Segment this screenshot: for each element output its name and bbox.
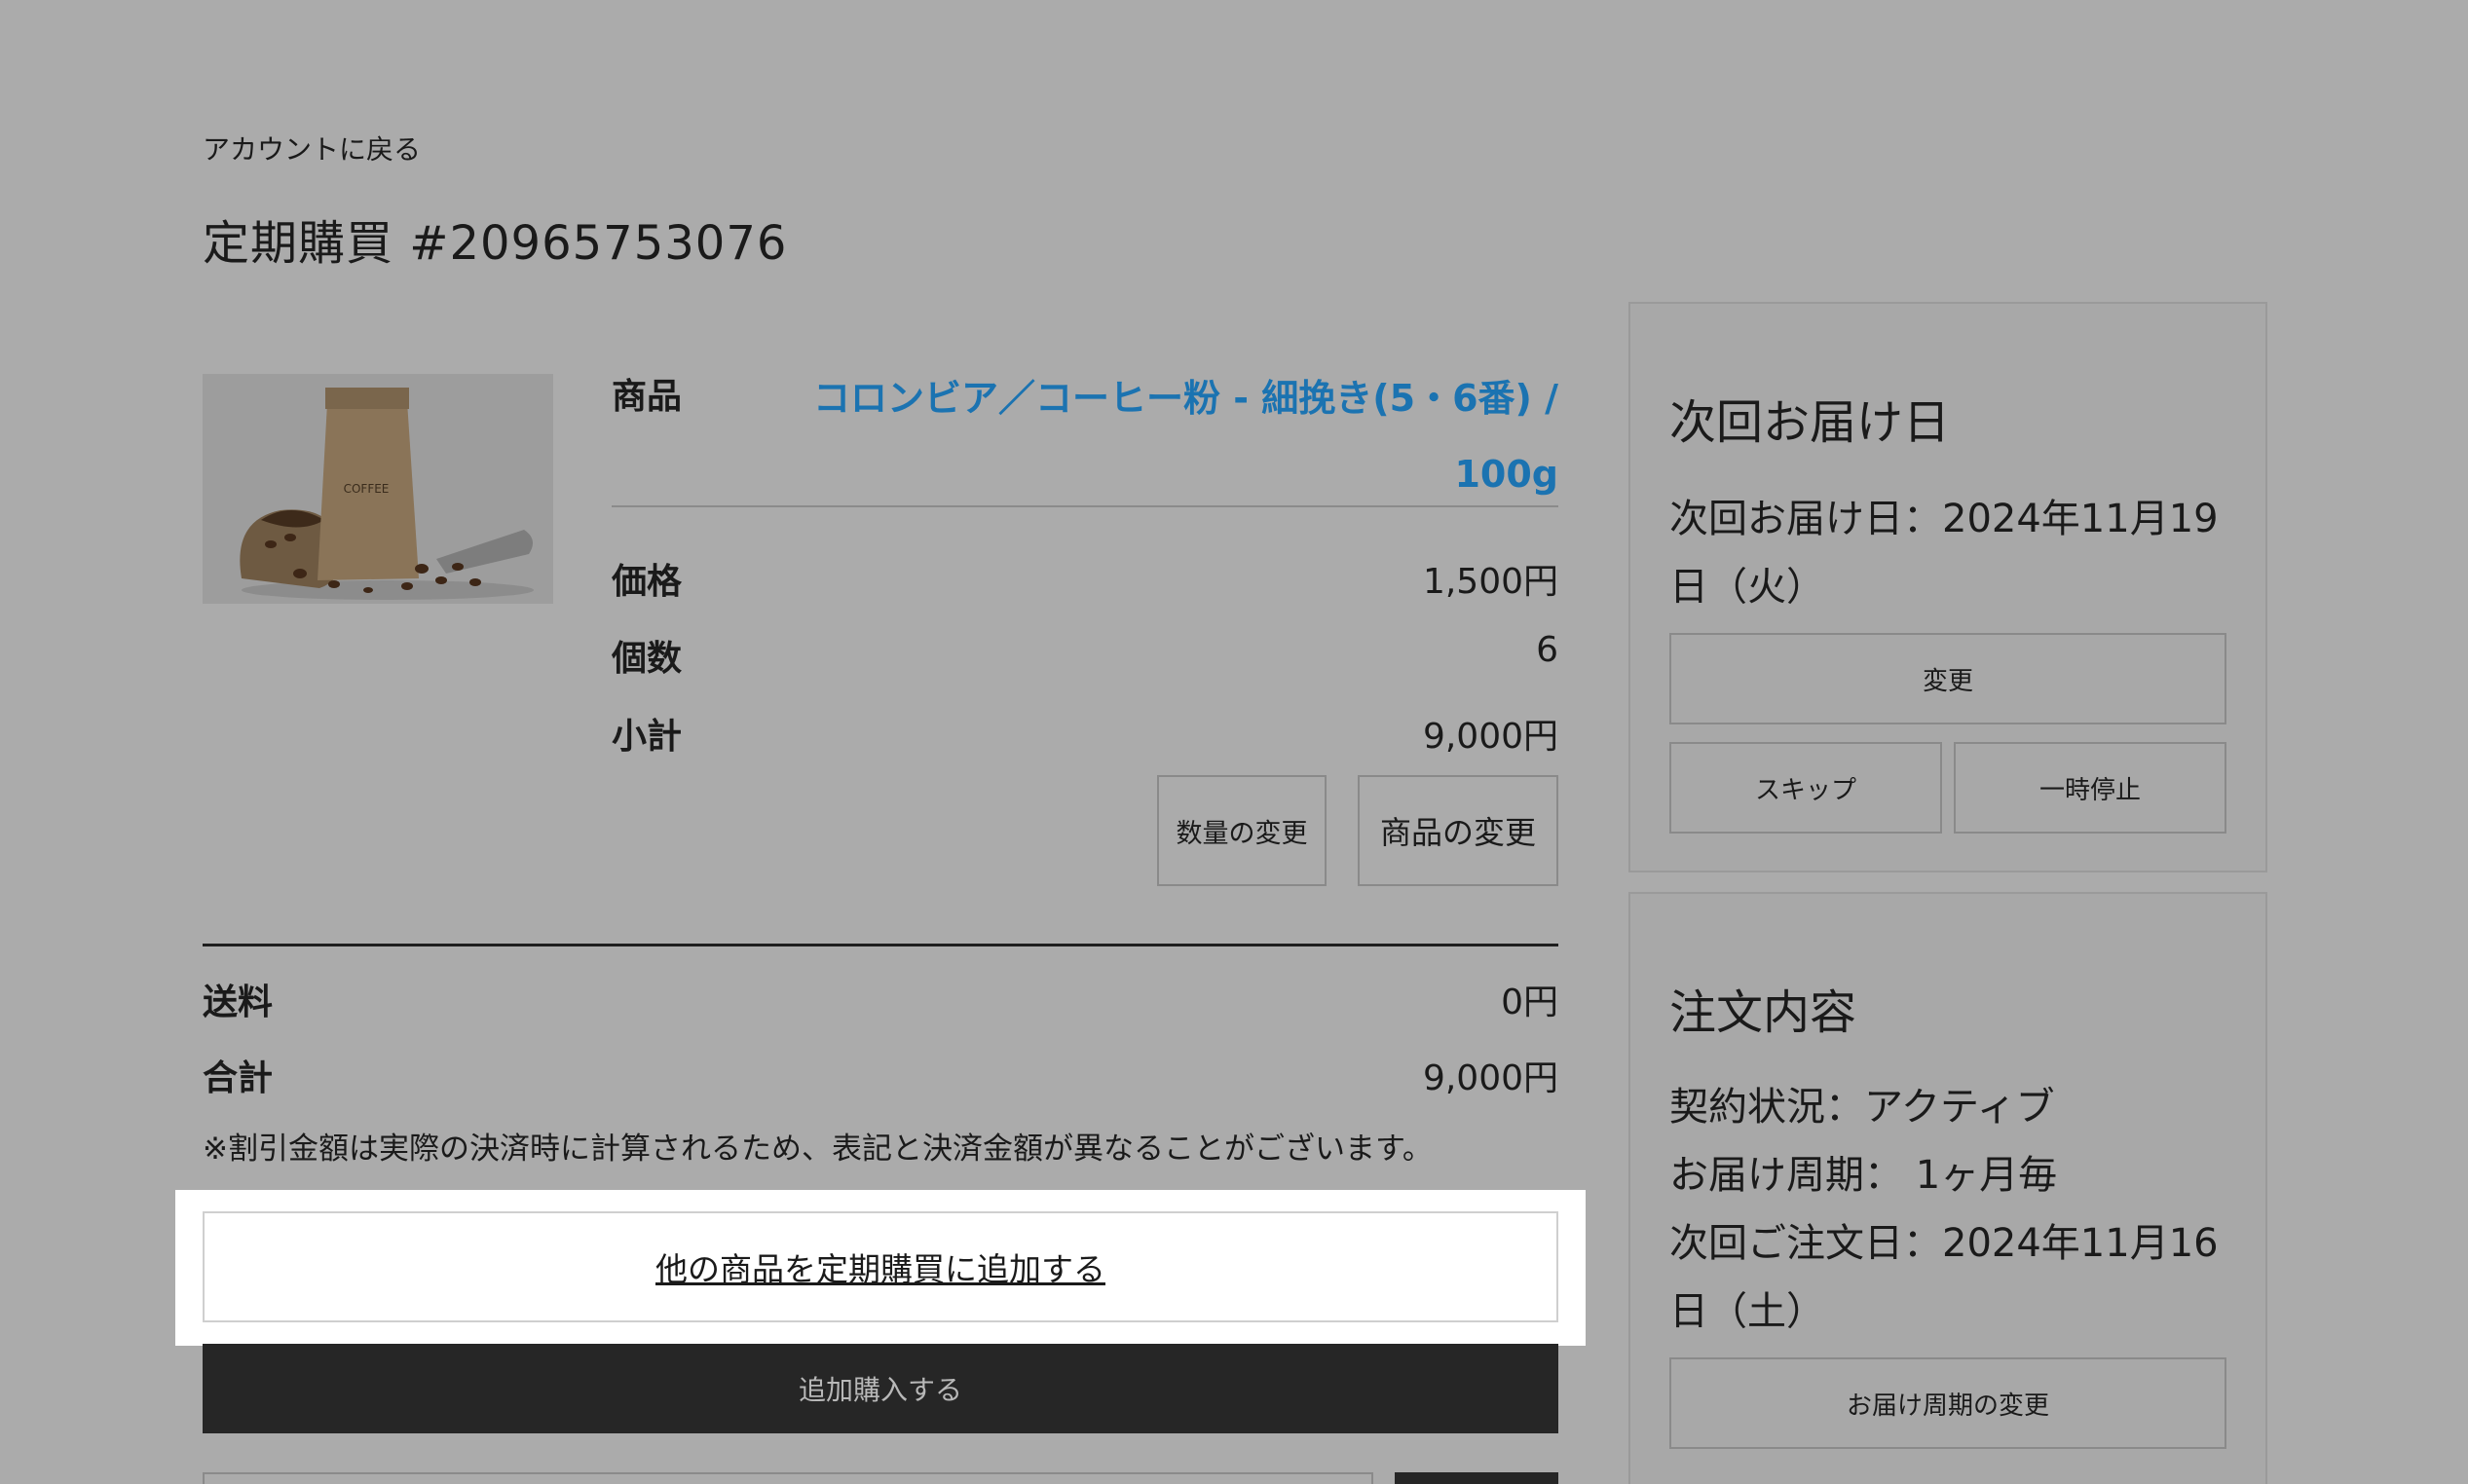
next-delivery-panel: 次回お届け日 次回お届け日：2024年11月19日（火） 変更 スキップ 一時停…: [1628, 302, 2267, 872]
back-to-account-link[interactable]: アカウントに戻る: [203, 129, 421, 167]
add-purchase-button[interactable]: 追加購入する: [203, 1344, 1558, 1433]
page-title: 定期購買 #20965753076: [203, 216, 788, 271]
delivery-cycle: お届け周期： 1ヶ月毎: [1669, 1153, 2058, 1198]
change-product-button[interactable]: 商品の変更: [1358, 775, 1558, 886]
product-image[interactable]: COFFEE: [203, 374, 553, 604]
skip-button[interactable]: スキップ: [1669, 742, 1942, 834]
discount-note: ※割引金額は実際の決済時に計算されるため、表記と決済金額が異なることがございます…: [203, 1132, 1433, 1167]
price-label: 価格: [612, 562, 683, 602]
change-delivery-date-button[interactable]: 変更: [1669, 633, 2226, 724]
pause-button[interactable]: 一時停止: [1954, 742, 2226, 834]
next-order-date: 次回ご注文日：2024年11月16日（土）: [1669, 1221, 2219, 1334]
add-other-product-link[interactable]: 他の商品を定期購買に追加する: [203, 1211, 1558, 1322]
next-delivery-text: 次回お届け日：2024年11月19日（火）: [1669, 497, 2219, 610]
total-value: 9,000円: [1422, 1058, 1558, 1098]
subtotal-value: 9,000円: [1422, 717, 1558, 757]
shipping-label: 送料: [203, 983, 274, 1022]
bottom-input-field[interactable]: [203, 1472, 1373, 1484]
order-details-panel: 注文内容 契約状況：アクティブ お届け周期： 1ヶ月毎 次回ご注文日：2024年…: [1628, 892, 2267, 1484]
subtotal-label: 小計: [612, 717, 683, 757]
change-quantity-button[interactable]: 数量の変更: [1157, 775, 1327, 886]
change-cycle-button[interactable]: お届け周期の変更: [1669, 1357, 2226, 1449]
product-name-link[interactable]: コロンビア／コーヒー粉 - 細挽き(5・6番) / 100g: [760, 360, 1558, 512]
quantity-value: 6: [1536, 630, 1558, 670]
shipping-value: 0円: [1501, 983, 1558, 1022]
next-delivery-title: 次回お届け日: [1669, 395, 1951, 450]
product-label: 商品: [612, 377, 683, 417]
totals-divider: [203, 944, 1558, 946]
bottom-submit-button[interactable]: [1395, 1472, 1558, 1484]
total-label: 合計: [203, 1058, 274, 1098]
coffee-bag-icon: COFFEE: [203, 374, 553, 604]
svg-text:COFFEE: COFFEE: [344, 482, 390, 496]
contract-status: 契約状況：アクティブ: [1669, 1085, 2055, 1130]
divider: [612, 505, 1558, 507]
price-value: 1,500円: [1422, 562, 1558, 602]
quantity-label: 個数: [612, 639, 683, 679]
order-details-title: 注文内容: [1669, 985, 1857, 1040]
